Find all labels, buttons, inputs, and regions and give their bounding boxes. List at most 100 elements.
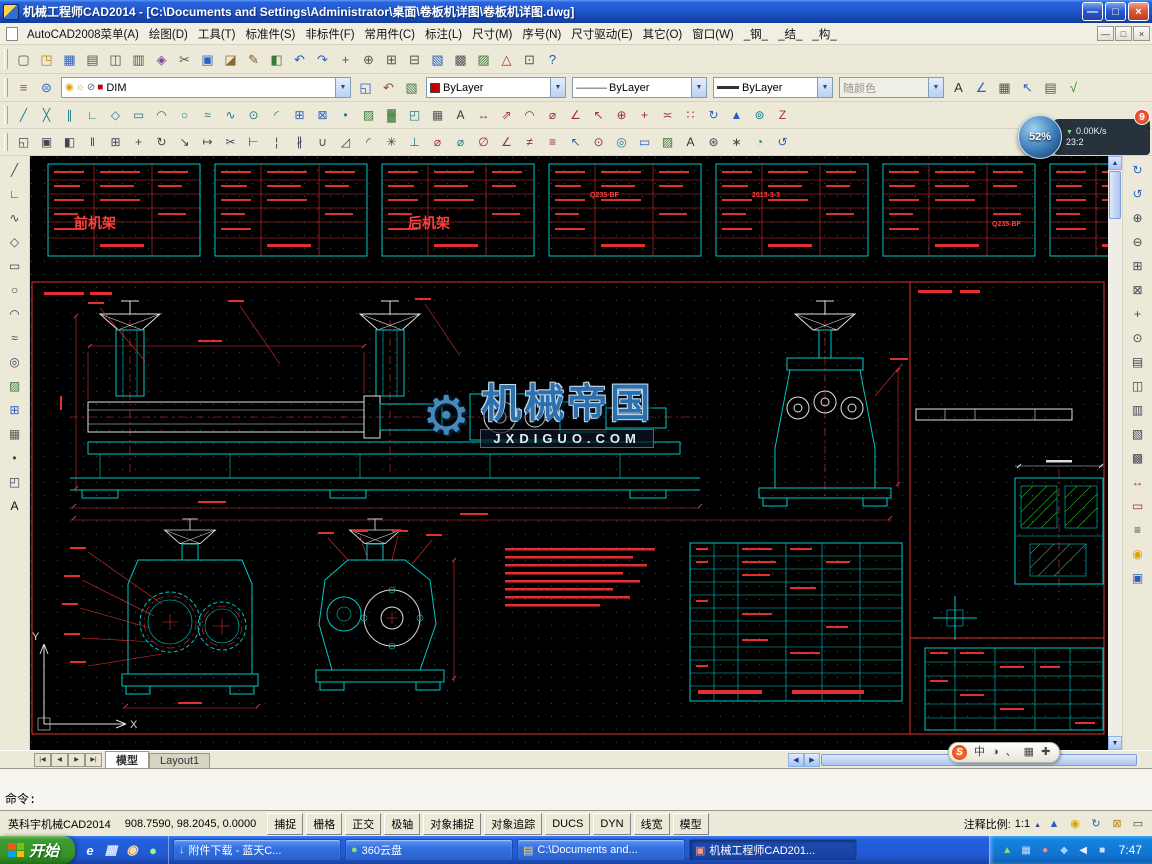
command-prompt[interactable]: 命令: [5,791,1147,808]
menu-item[interactable]: _结_ [773,24,807,44]
orbit-icon[interactable]: ⊙ [1125,326,1150,350]
tray-download-icon[interactable]: ▲ [1000,843,1015,858]
make-layer-current-icon[interactable]: ◱ [354,77,377,99]
dim-radius-icon[interactable]: ⊙ [587,131,610,153]
dim-style-icon[interactable]: ∠ [970,77,993,99]
donut-icon[interactable]: ◎ [610,131,633,153]
pan-icon[interactable]: + [334,48,357,70]
redo-icon[interactable]: ↷ [311,48,334,70]
viewports-icon[interactable]: ◫ [1125,374,1150,398]
properties-icon[interactable]: ▧ [426,48,449,70]
circle-tool-icon[interactable]: ○ [2,278,27,302]
fillet-icon[interactable]: ◜ [357,131,380,153]
minimize-button[interactable]: — [1082,2,1103,21]
dim-angular-icon[interactable]: ∠ [564,104,587,126]
mirror-icon[interactable]: ◧ [58,131,81,153]
tab-nav-button[interactable]: ▶ [68,752,85,767]
help-icon[interactable]: ? [541,48,564,70]
leader-icon[interactable]: ↖ [587,104,610,126]
dim-break-icon[interactable]: ≠ [518,131,541,153]
toolbar-lock-icon[interactable]: ⊠ [1108,815,1126,833]
vertical-scrollbar[interactable] [1108,156,1122,750]
taskbar-task-button[interactable]: ▣ 机械工程师CAD201... [689,839,858,861]
dim-linear-icon[interactable]: ↔ [472,104,495,126]
tray-antivirus-icon[interactable]: ● [1038,843,1053,858]
cut-icon[interactable]: ✂ [173,48,196,70]
regen-icon[interactable]: ↺ [1125,182,1150,206]
status-toggle-button[interactable]: 模型 [672,812,709,835]
paste-icon[interactable]: ◪ [219,48,242,70]
design-center-icon[interactable]: ▩ [449,48,472,70]
rectangle-icon[interactable]: ▭ [127,104,150,126]
spline-icon[interactable]: ∿ [219,104,242,126]
sogou-keyboard-icon[interactable]: ▦ [1024,747,1034,758]
open-file-icon[interactable]: ◳ [35,48,58,70]
construction-line-icon[interactable]: ╳ [35,104,58,126]
clean-screen-icon[interactable]: ▭ [1129,815,1147,833]
zoom-window-tool-icon[interactable]: ⊞ [1125,254,1150,278]
multiline-icon[interactable]: ∥ [58,104,81,126]
hatch-edit-icon[interactable]: ▨ [656,131,679,153]
revision-cloud-icon[interactable]: ≈ [196,104,219,126]
layer-combo[interactable]: ◉ ☼ ⊘ ■ DIM [61,77,351,98]
tray-input-icon[interactable]: ▦ [1019,843,1034,858]
scroll-down-icon[interactable] [1108,736,1122,750]
rotate-icon[interactable]: ↻ [150,131,173,153]
point-icon[interactable]: • [334,104,357,126]
join-icon[interactable]: ∪ [311,131,334,153]
zoom-realtime-icon[interactable]: ⊕ [357,48,380,70]
cloud-tool-icon[interactable]: ≈ [2,326,27,350]
region-tool-icon[interactable]: ◰ [2,470,27,494]
linetype-combo[interactable]: ——— ByLayer [572,77,707,98]
circle-icon[interactable]: ○ [173,104,196,126]
spline-tool-icon[interactable]: ∿ [2,206,27,230]
media-player-icon[interactable]: ◉ [123,841,141,859]
status-toggle-button[interactable]: 对象捕捉 [423,812,482,835]
dim-style-button-icon[interactable]: ▲ [725,104,748,126]
ellipse-icon[interactable]: ⊙ [242,104,265,126]
multileader-icon[interactable]: ↖ [564,131,587,153]
menu-item[interactable]: 非标件(F) [300,24,359,44]
named-views-icon[interactable]: ▤ [1125,350,1150,374]
arc-edit-icon[interactable]: ◔ [748,131,771,153]
menu-item[interactable]: 标准件(S) [241,24,301,44]
layer-filter-icon[interactable]: ▧ [400,77,423,99]
dim-arc-icon[interactable]: ◠ [518,104,541,126]
erase-icon[interactable]: ◱ [12,131,35,153]
donut-tool-icon[interactable]: ◎ [2,350,27,374]
break-icon[interactable]: ∦ [288,131,311,153]
array-icon[interactable]: ⊞ [104,131,127,153]
gradient-icon[interactable]: ▓ [380,104,403,126]
plot-icon[interactable]: ▤ [81,48,104,70]
layout-tab[interactable]: 模型 [105,751,149,768]
sogou-logo-icon[interactable]: S [952,745,967,760]
mdi-minimize-button[interactable]: — [1097,26,1114,41]
polyline-icon[interactable]: ∟ [81,104,104,126]
viewport-icon[interactable]: ▭ [633,131,656,153]
status-toggle-button[interactable]: 栅格 [306,812,343,835]
new-file-icon[interactable]: ▢ [12,48,35,70]
tray-security-icon[interactable]: ◆ [1057,843,1072,858]
layer-previous-icon[interactable]: ↶ [377,77,400,99]
menu-item[interactable]: 标注(L) [420,24,467,44]
tray-network-icon[interactable]: ■ [1095,843,1110,858]
pan-tool-icon[interactable]: + [1125,302,1150,326]
scrollbar-track[interactable] [1138,753,1148,767]
copy-icon[interactable]: ▣ [196,48,219,70]
toolbar-grip[interactable] [4,105,8,125]
polygon-icon[interactable]: ◇ [104,104,127,126]
block-tool-icon[interactable]: ⊞ [2,398,27,422]
text-tool-icon[interactable]: A [2,494,27,518]
render-icon[interactable]: ▩ [1125,446,1150,470]
offset-icon[interactable]: ‖ [81,131,104,153]
match-properties-icon[interactable]: ✎ [242,48,265,70]
lineweight-combo[interactable]: ByLayer [713,77,833,98]
dim-update-icon[interactable]: ↻ [702,104,725,126]
perpendicular-icon[interactable]: ⊥ [403,131,426,153]
point-tool-icon[interactable]: • [2,446,27,470]
text-style-icon[interactable]: A [947,77,970,99]
menu-item[interactable]: 绘图(D) [144,24,193,44]
chevron-down-icon[interactable] [550,78,565,97]
show-desktop-icon[interactable]: ▦ [102,841,120,859]
center-mark-icon[interactable]: + [633,104,656,126]
